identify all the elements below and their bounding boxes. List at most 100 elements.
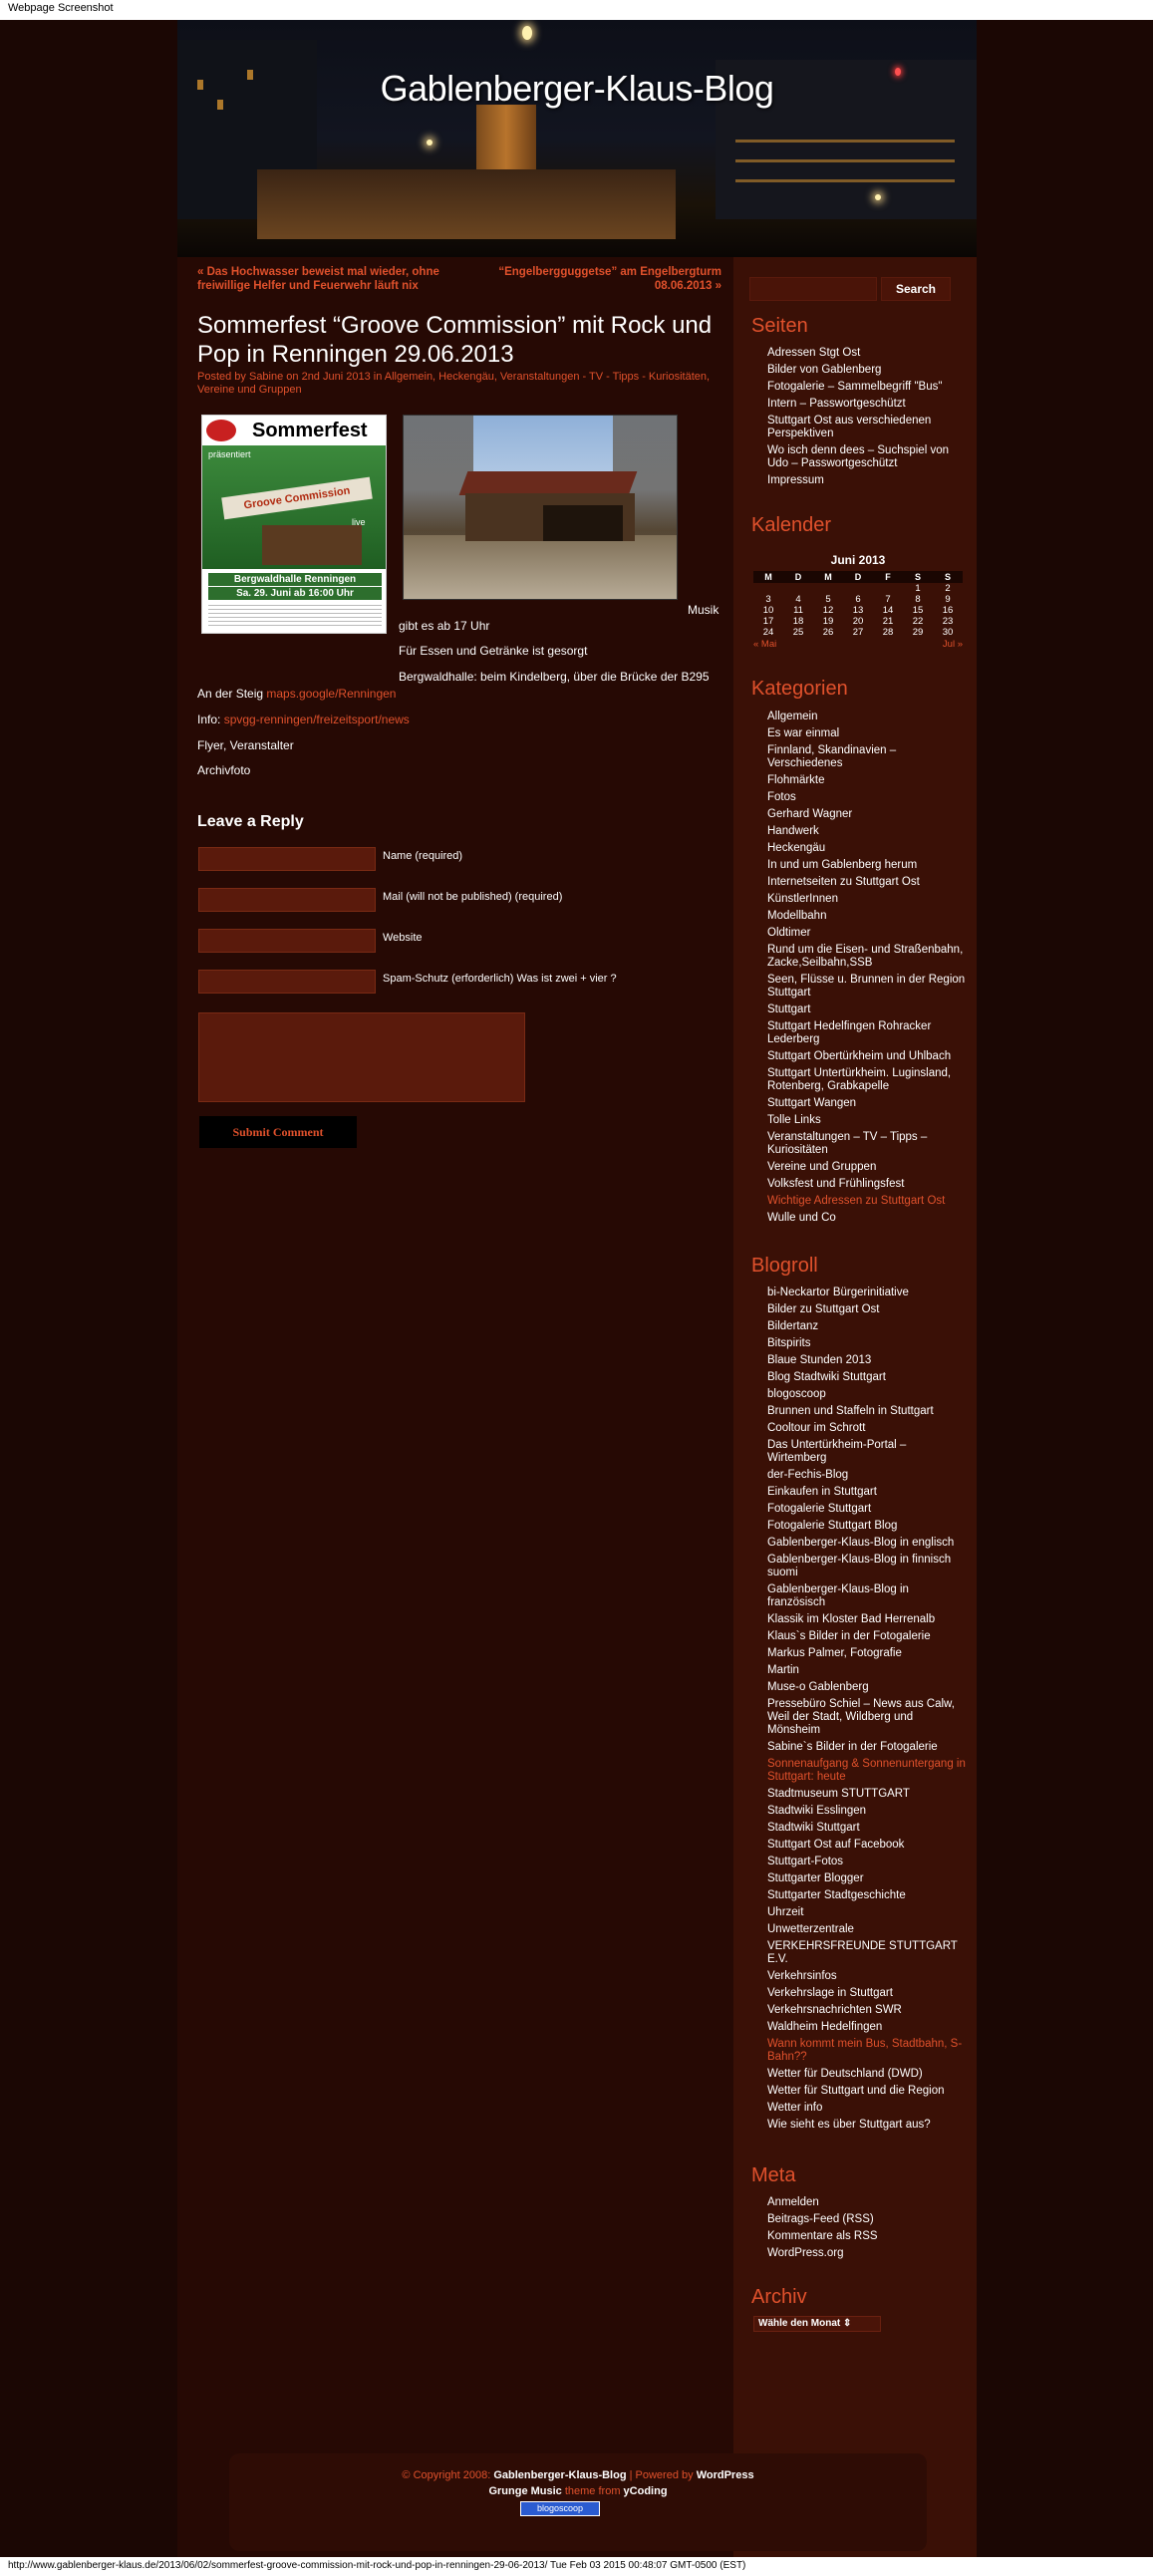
blogroll-item[interactable]: Verkehrsinfos	[767, 1970, 967, 1983]
blogroll-item[interactable]: Verkehrsnachrichten SWR	[767, 2004, 967, 2017]
blogroll-item[interactable]: VERKEHRSFREUNDE STUTTGART E.V.	[767, 1940, 967, 1966]
blogroll-item[interactable]: Fotogalerie Stuttgart Blog	[767, 1520, 967, 1533]
blogroll-item[interactable]: Markus Palmer, Fotografie	[767, 1647, 967, 1660]
kategorien-item[interactable]: Seen, Flüsse u. Brunnen in der Region St…	[767, 974, 967, 1000]
name-field[interactable]	[198, 847, 376, 871]
blogroll-item[interactable]: Pressebüro Schiel – News aus Calw, Weil …	[767, 1698, 967, 1737]
kategorien-item[interactable]: Heckengäu	[767, 842, 967, 855]
blogroll-item[interactable]: Muse-o Gablenberg	[767, 1681, 967, 1694]
seiten-item[interactable]: Wo isch denn dees – Suchspiel von Udo – …	[767, 444, 967, 470]
kategorien-item[interactable]: Internetseiten zu Stuttgart Ost	[767, 876, 967, 889]
blogroll-item[interactable]: Klaus`s Bilder in der Fotogalerie	[767, 1630, 967, 1643]
kategorien-item[interactable]: Wichtige Adressen zu Stuttgart Ost	[767, 1195, 967, 1208]
blogroll-item[interactable]: Uhrzeit	[767, 1906, 967, 1919]
blogroll-item[interactable]: Bitspirits	[767, 1337, 967, 1350]
kategorien-item[interactable]: Modellbahn	[767, 910, 967, 923]
kategorien-item[interactable]: Handwerk	[767, 825, 967, 838]
search-button[interactable]: Search	[881, 277, 951, 301]
kategorien-item[interactable]: KünstlerInnen	[767, 893, 967, 906]
archive-select[interactable]: Wähle den Monat ⇕	[753, 2316, 881, 2332]
blogroll-item[interactable]: Wie sieht es über Stuttgart aus?	[767, 2119, 967, 2132]
seiten-item[interactable]: Stuttgart Ost aus verschiedenen Perspekt…	[767, 415, 967, 440]
blogroll-item[interactable]: Stadtwiki Esslingen	[767, 1805, 967, 1818]
kategorien-item[interactable]: Tolle Links	[767, 1114, 967, 1127]
kategorien-item[interactable]: Stuttgart Hedelfingen Rohracker Lederber…	[767, 1020, 967, 1046]
blogroll-item[interactable]: Brunnen und Staffeln in Stuttgart	[767, 1405, 967, 1418]
blogroll-item[interactable]: Verkehrslage in Stuttgart	[767, 1987, 967, 2000]
kategorien-item[interactable]: Volksfest und Frühlingsfest	[767, 1178, 967, 1191]
hall-photo[interactable]	[403, 415, 678, 600]
post-meta[interactable]: Posted by Sabine on 2nd Juni 2013 in All…	[197, 371, 716, 397]
blogroll-item[interactable]: Martin	[767, 1664, 967, 1677]
maps-link[interactable]: maps.google/Renningen	[266, 687, 396, 701]
flyer-image[interactable]: Sommerfest präsentiert Groove Commission…	[201, 415, 387, 634]
kategorien-item[interactable]: Stuttgart Obertürkheim und Uhlbach	[767, 1050, 967, 1063]
footer-author-link[interactable]: yCoding	[624, 2485, 668, 2497]
seiten-item[interactable]: Bilder von Gablenberg	[767, 364, 967, 377]
spam-field[interactable]	[198, 970, 376, 994]
prev-post-link[interactable]: « Das Hochwasser beweist mal wieder, ohn…	[197, 265, 439, 293]
blogroll-item[interactable]: Das Untertürkheim-Portal – Wirtemberg	[767, 1439, 967, 1465]
blogroll-item[interactable]: Stuttgarter Blogger	[767, 1872, 967, 1885]
blogroll-item[interactable]: Sonnenaufgang & Sonnenuntergang in Stutt…	[767, 1758, 967, 1784]
mail-field[interactable]	[198, 888, 376, 912]
calendar-prev-link[interactable]: « Mai	[753, 639, 776, 650]
calendar-next-link[interactable]: Jul »	[943, 639, 963, 650]
blogoscoop-badge[interactable]: blogoscoop	[520, 2501, 600, 2516]
blogroll-item[interactable]: Klassik im Kloster Bad Herrenalb	[767, 1613, 967, 1626]
seiten-item[interactable]: Impressum	[767, 474, 967, 487]
blogroll-item[interactable]: Cooltour im Schrott	[767, 1422, 967, 1435]
blogroll-item[interactable]: Blaue Stunden 2013	[767, 1354, 967, 1367]
kategorien-item[interactable]: Stuttgart Untertürkheim. Luginsland, Rot…	[767, 1067, 967, 1093]
blogroll-item[interactable]: Stuttgart Ost auf Facebook	[767, 1839, 967, 1852]
kategorien-item[interactable]: Fotos	[767, 791, 967, 804]
blogroll-item[interactable]: Bilder zu Stuttgart Ost	[767, 1303, 967, 1316]
blogroll-item[interactable]: Wann kommt mein Bus, Stadtbahn, S-Bahn??	[767, 2038, 967, 2064]
meta-item[interactable]: WordPress.org	[767, 2247, 967, 2260]
kategorien-item[interactable]: Es war einmal	[767, 727, 967, 740]
blogroll-item[interactable]: Stuttgart-Fotos	[767, 1856, 967, 1868]
blogroll-item[interactable]: Stadtmuseum STUTTGART	[767, 1788, 967, 1801]
next-post-link[interactable]: “Engelbergguggetse” am Engelbergturm 08.…	[468, 265, 721, 293]
blogroll-item[interactable]: Gablenberger-Klaus-Blog in englisch	[767, 1537, 967, 1550]
blogroll-item[interactable]: Gablenberger-Klaus-Blog in finnisch suom…	[767, 1554, 967, 1579]
blog-title[interactable]: Gablenberger-Klaus-Blog	[177, 68, 977, 110]
blogroll-item[interactable]: bi-Neckartor Bürgerinitiative	[767, 1287, 967, 1299]
meta-item[interactable]: Kommentare als RSS	[767, 2230, 967, 2243]
seiten-item[interactable]: Intern – Passwortgeschützt	[767, 398, 967, 411]
kategorien-item[interactable]: Wulle und Co	[767, 1212, 967, 1225]
comment-textarea[interactable]	[198, 1012, 525, 1102]
blogroll-item[interactable]: Unwetterzentrale	[767, 1923, 967, 1936]
kategorien-item[interactable]: Gerhard Wagner	[767, 808, 967, 821]
blogroll-item[interactable]: Einkaufen in Stuttgart	[767, 1486, 967, 1499]
blogroll-item[interactable]: Blog Stadtwiki Stuttgart	[767, 1371, 967, 1384]
info-link[interactable]: spvgg-renningen/freizeitsport/news	[224, 713, 410, 726]
kategorien-item[interactable]: Allgemein	[767, 711, 967, 723]
blogroll-item[interactable]: Wetter info	[767, 2102, 967, 2115]
kategorien-item[interactable]: Rund um die Eisen- und Straßenbahn, Zack…	[767, 944, 967, 970]
kategorien-item[interactable]: Stuttgart Wangen	[767, 1097, 967, 1110]
meta-item[interactable]: Beitrags-Feed (RSS)	[767, 2213, 967, 2226]
seiten-item[interactable]: Fotogalerie – Sammelbegriff "Bus"	[767, 381, 967, 394]
blogroll-item[interactable]: Sabine`s Bilder in der Fotogalerie	[767, 1741, 967, 1754]
blogroll-item[interactable]: Wetter für Deutschland (DWD)	[767, 2068, 967, 2081]
blogroll-item[interactable]: Wetter für Stuttgart und die Region	[767, 2085, 967, 2098]
kategorien-item[interactable]: Finnland, Skandinavien – Verschiedenes	[767, 744, 967, 770]
kategorien-item[interactable]: Stuttgart	[767, 1003, 967, 1016]
footer-theme-link[interactable]: Grunge Music	[488, 2485, 561, 2497]
blogroll-item[interactable]: Stadtwiki Stuttgart	[767, 1822, 967, 1835]
kategorien-item[interactable]: Vereine und Gruppen	[767, 1161, 967, 1174]
kategorien-item[interactable]: In und um Gablenberg herum	[767, 859, 967, 872]
blogroll-item[interactable]: blogoscoop	[767, 1388, 967, 1401]
blogroll-item[interactable]: Gablenberger-Klaus-Blog in französisch	[767, 1583, 967, 1609]
blogroll-item[interactable]: Waldheim Hedelfingen	[767, 2021, 967, 2034]
seiten-item[interactable]: Adressen Stgt Ost	[767, 347, 967, 360]
meta-item[interactable]: Anmelden	[767, 2196, 967, 2209]
footer-blog-link[interactable]: Gablenberger-Klaus-Blog	[493, 2469, 626, 2481]
kategorien-item[interactable]: Flohmärkte	[767, 774, 967, 787]
footer-wordpress-link[interactable]: WordPress	[697, 2469, 754, 2481]
blogroll-item[interactable]: Fotogalerie Stuttgart	[767, 1503, 967, 1516]
website-field[interactable]	[198, 929, 376, 953]
submit-comment-button[interactable]: Submit Comment	[199, 1116, 357, 1148]
kategorien-item[interactable]: Veranstaltungen – TV – Tipps – Kuriositä…	[767, 1131, 967, 1157]
